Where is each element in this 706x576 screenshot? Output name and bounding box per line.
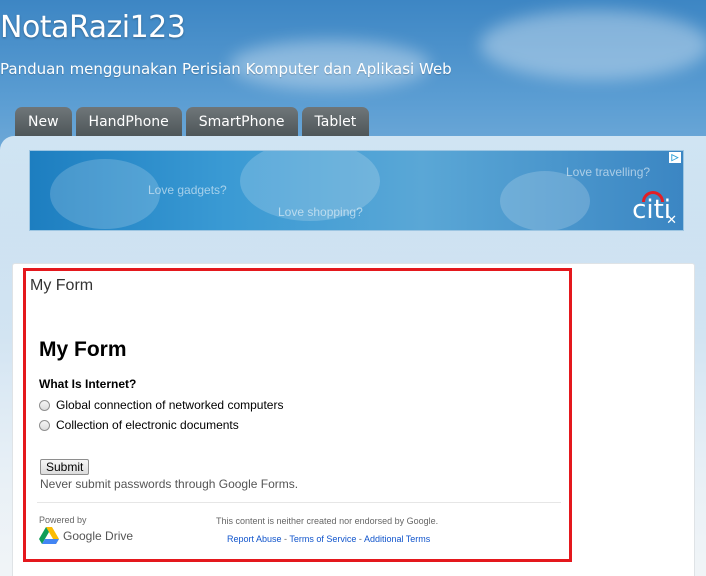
ad-image-shape [50, 159, 160, 229]
blog-title[interactable]: NotaRazi123 [0, 10, 186, 45]
google-drive-icon [39, 527, 59, 544]
radio-option-label: Global connection of networked computers [56, 398, 284, 412]
radio-option-label: Collection of electronic documents [56, 418, 239, 432]
radio-option-global[interactable]: Global connection of networked computers [39, 398, 283, 412]
ad-text-travelling: Love travelling? [566, 165, 651, 179]
link-separator: - [356, 534, 364, 544]
radio-button[interactable] [39, 419, 50, 431]
ad-choices-icon[interactable]: ▷ [669, 152, 681, 163]
footer-disclaimer: This content is neither created nor endo… [216, 516, 439, 526]
gadget-title: My Form [30, 277, 94, 294]
report-abuse-link[interactable]: Report Abuse [227, 534, 282, 544]
tab-handphone[interactable]: HandPhone [75, 107, 182, 136]
terms-of-service-link[interactable]: Terms of Service [289, 534, 356, 544]
divider [37, 502, 561, 503]
tab-smartphone[interactable]: SmartPhone [185, 107, 298, 136]
close-icon[interactable]: ✕ [666, 212, 677, 228]
google-drive-logo[interactable]: Google Drive [39, 527, 133, 545]
ad-text-gadgets: Love gadgets? [148, 183, 227, 197]
ad-text-shopping: Love shopping? [278, 205, 363, 219]
powered-by-label: Powered by [39, 515, 87, 525]
radio-option-collection[interactable]: Collection of electronic documents [39, 418, 239, 432]
radio-button[interactable] [39, 399, 50, 411]
cloud-decoration [480, 10, 706, 80]
tab-tablet[interactable]: Tablet [301, 107, 370, 136]
google-drive-text: Google Drive [63, 529, 134, 543]
question-label: What Is Internet? [39, 377, 137, 391]
ad-image-shape [500, 171, 590, 230]
form-heading: My Form [39, 338, 127, 361]
ad-banner[interactable]: Love gadgets? Love shopping? Love travel… [29, 150, 684, 231]
additional-terms-link[interactable]: Additional Terms [364, 534, 430, 544]
footer-links: Report Abuse - Terms of Service - Additi… [227, 534, 430, 544]
tab-new[interactable]: New [15, 107, 72, 136]
blog-description: Panduan menggunakan Perisian Komputer da… [0, 60, 452, 78]
nav-tabs: New HandPhone SmartPhone Tablet [15, 107, 370, 136]
submit-button[interactable]: Submit [40, 459, 90, 475]
password-warning: Never submit passwords through Google Fo… [40, 477, 299, 491]
